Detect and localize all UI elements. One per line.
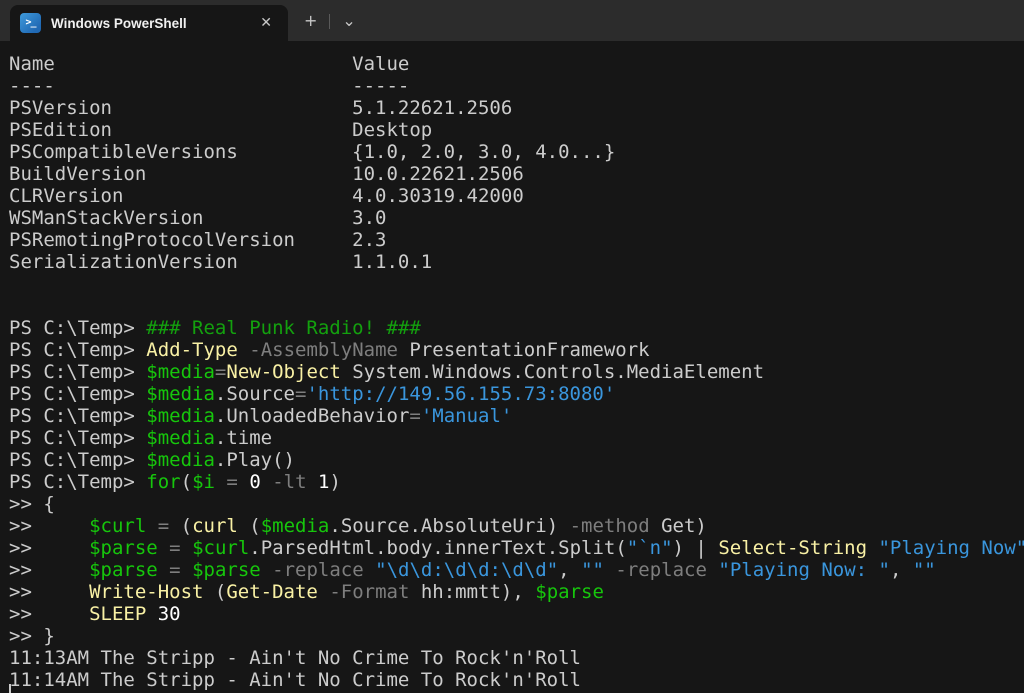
titlebar[interactable]: >_ Windows PowerShell ✕ + ⌄ [0,0,1024,41]
terminal-line: PS C:\Temp> $media.UnloadedBehavior='Man… [9,405,1024,427]
terminal-line: PS C:\Temp> $media.Source='http://149.56… [9,383,1024,405]
table-header-line: Name Value [9,53,1024,75]
table-row: PSCompatibleVersions {1.0, 2.0, 3.0, 4.0… [9,141,1024,163]
table-separator-line: ---- ----- [9,75,1024,97]
terminal-line [9,295,1024,317]
tabbar-divider [329,14,330,29]
terminal-line: >> Write-Host (Get-Date -Format hh:mmtt)… [9,581,1024,603]
terminal-line: PS C:\Temp> $media.time [9,427,1024,449]
tab-windows-powershell[interactable]: >_ Windows PowerShell ✕ [10,5,288,41]
terminal-line: PS C:\Temp> ### Real Punk Radio! ### [9,317,1024,339]
terminal-output[interactable]: Name Value---- -----PSVersion 5.1.22621.… [0,41,1024,693]
terminal-line: PS C:\Temp> $media.Play() [9,449,1024,471]
terminal-line: >> { [9,493,1024,515]
table-row: CLRVersion 4.0.30319.42000 [9,185,1024,207]
terminal-line: >> SLEEP 30 [9,603,1024,625]
text-cursor [9,684,11,693]
close-icon[interactable]: ✕ [256,14,276,32]
powershell-icon: >_ [20,13,41,33]
terminal-line: PS C:\Temp> for($i = 0 -lt 1) [9,471,1024,493]
terminal-line: 11:13AM The Stripp - Ain't No Crime To R… [9,647,1024,669]
table-row: SerializationVersion 1.1.0.1 [9,251,1024,273]
table-row: PSRemotingProtocolVersion 2.3 [9,229,1024,251]
terminal-line: >> $parse = $parse -replace "\d\d:\d\d:\… [9,559,1024,581]
terminal-line: >> $curl = (curl ($media.Source.Absolute… [9,515,1024,537]
terminal-line: 11:14AM The Stripp - Ain't No Crime To R… [9,669,1024,691]
terminal-window: >_ Windows PowerShell ✕ + ⌄ Name Value--… [0,0,1024,693]
terminal-line: >> $parse = $curl.ParsedHtml.body.innerT… [9,537,1024,559]
table-row: WSManStackVersion 3.0 [9,207,1024,229]
tab-title: Windows PowerShell [51,16,256,31]
terminal-line: PS C:\Temp> Add-Type -AssemblyName Prese… [9,339,1024,361]
table-row: PSVersion 5.1.22621.2506 [9,97,1024,119]
new-tab-button[interactable]: + [296,9,325,33]
terminal-line: PS C:\Temp> $media=New-Object System.Win… [9,361,1024,383]
tab-dropdown-button[interactable]: ⌄ [334,9,363,33]
terminal-line [9,273,1024,295]
table-row: PSEdition Desktop [9,119,1024,141]
terminal-line: >> } [9,625,1024,647]
table-row: BuildVersion 10.0.22621.2506 [9,163,1024,185]
